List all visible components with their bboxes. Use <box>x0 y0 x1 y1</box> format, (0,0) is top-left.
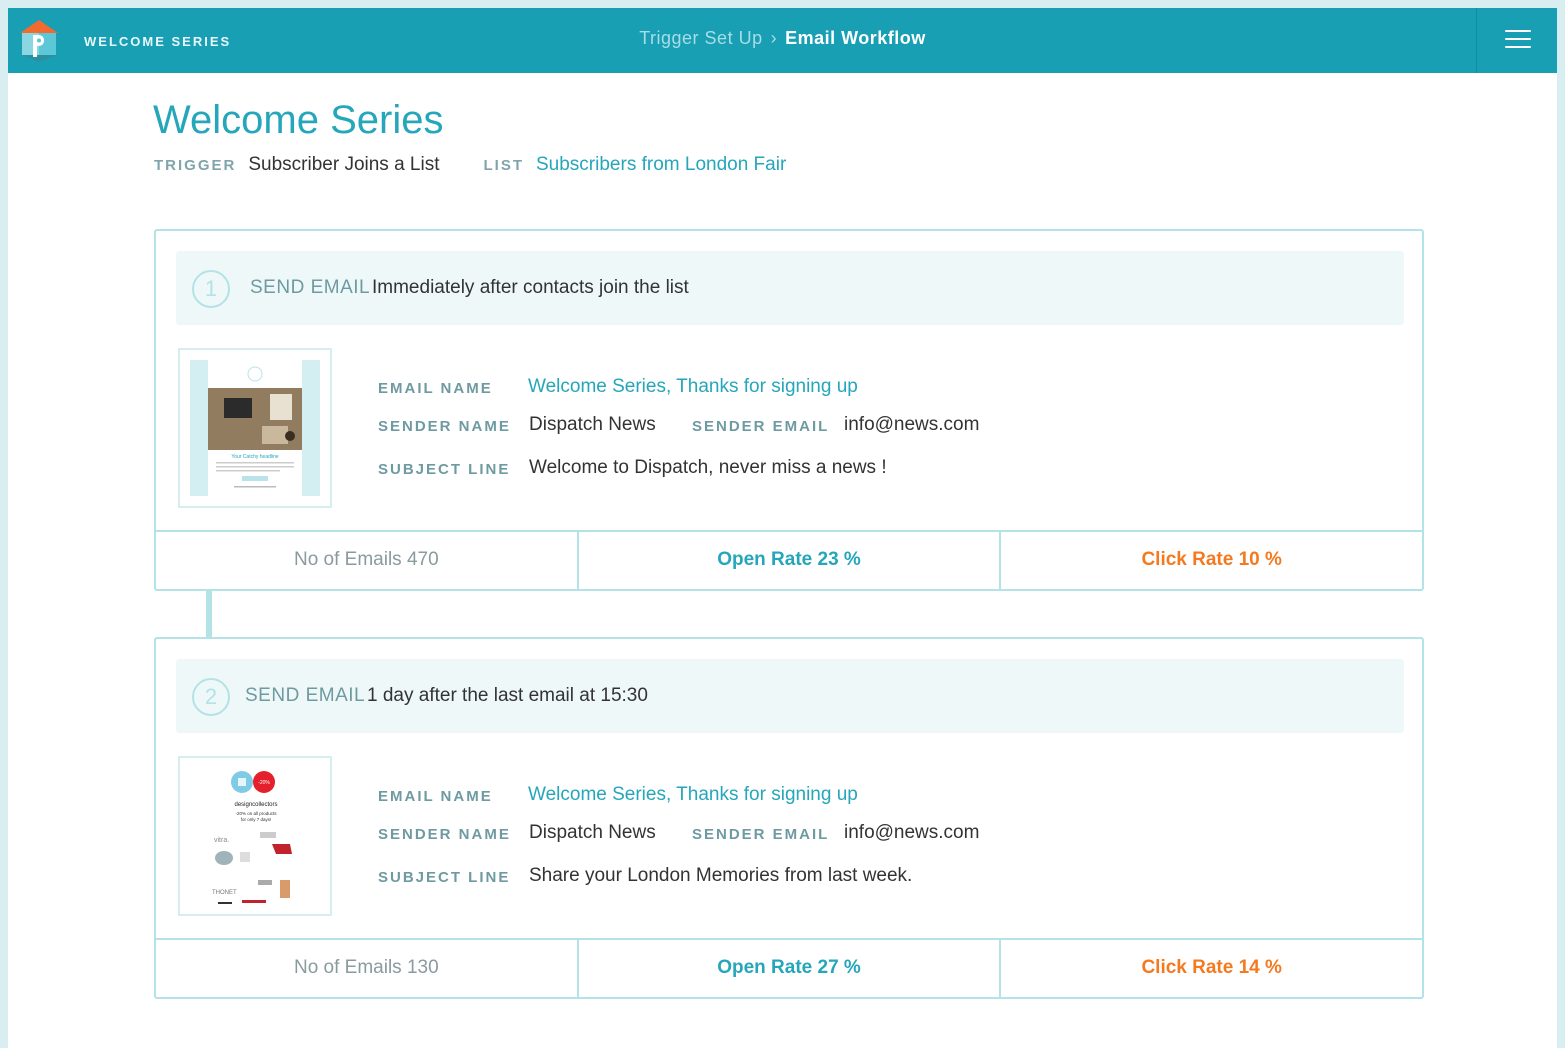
step-header: 1 SEND EMAIL Immediately after contacts … <box>176 251 1404 325</box>
hamburger-menu-icon[interactable] <box>1505 30 1531 50</box>
sender-name-value: Dispatch News <box>529 822 656 843</box>
breadcrumb-trigger-setup[interactable]: Trigger Set Up <box>639 28 762 48</box>
open-rate-stat[interactable]: Open Rate 23 % <box>576 532 1000 589</box>
sender-name-label: SENDER NAME <box>378 418 511 435</box>
sender-name-label: SENDER NAME <box>378 826 511 843</box>
emails-count-stat: No of Emails 130 <box>293 957 439 978</box>
sender-email-value: info@news.com <box>844 414 980 435</box>
email-name-label: EMAIL NAME <box>378 380 493 397</box>
list-label: LIST <box>483 157 524 174</box>
email-preview-thumbnail[interactable]: -20% designcollectors -20% on all produc… <box>178 756 332 916</box>
click-rate-stat[interactable]: Click Rate 10 % <box>999 532 1422 589</box>
step-timing: Immediately after contacts join the list <box>372 277 689 298</box>
breadcrumb: Trigger Set Up › Email Workflow <box>8 28 1557 49</box>
subject-line-label: SUBJECT LINE <box>378 461 511 478</box>
page-title: Welcome Series <box>153 98 444 142</box>
thumb-thonet: THONET <box>212 890 237 896</box>
thumb-promo-2: for only 7 days! <box>241 817 272 822</box>
thumb-badge: -20% <box>258 780 270 786</box>
chevron-right-icon: › <box>770 28 778 48</box>
workflow-meta: TRIGGER Subscriber Joins a List LIST Subscr… <box>154 154 786 176</box>
thumb-vitra: vitra. <box>214 837 229 844</box>
email-name-label: EMAIL NAME <box>378 788 493 805</box>
email-name-link[interactable]: Welcome Series, Thanks for signing up <box>528 784 858 806</box>
step-number: 1 <box>192 270 230 308</box>
step-timing: 1 day after the last email at 15:30 <box>367 685 648 706</box>
thumb-brand: designcollectors <box>234 802 277 808</box>
step-stats: No of Emails 130 Open Rate 27 % Click Ra… <box>156 938 1422 997</box>
sender-email-label: SENDER EMAIL <box>692 826 830 843</box>
step-stats: No of Emails 470 Open Rate 23 % Click Ra… <box>156 530 1422 589</box>
trigger-label: TRIGGER <box>154 157 237 174</box>
send-email-label: SEND EMAIL <box>245 685 366 706</box>
sender-name-value: Dispatch News <box>529 414 656 435</box>
subject-line-value: Share your London Memories from last wee… <box>529 865 913 886</box>
email-preview-image-icon: -20% designcollectors -20% on all produc… <box>212 771 292 904</box>
send-email-label: SEND EMAIL <box>250 277 371 298</box>
subject-line-label: SUBJECT LINE <box>378 869 511 886</box>
step-number: 2 <box>192 678 230 716</box>
thumb-headline: Your Catchy headline <box>231 454 279 460</box>
email-step-card: 2 SEND EMAIL 1 day after the last email … <box>154 637 1424 999</box>
email-preview-image-icon: Your Catchy headline <box>190 360 320 496</box>
top-bar: WELCOME SERIES Trigger Set Up › Email Work… <box>8 8 1557 73</box>
click-rate-stat[interactable]: Click Rate 14 % <box>999 940 1422 997</box>
sender-email-value: info@news.com <box>844 822 980 843</box>
app-window: WELCOME SERIES Trigger Set Up › Email Work… <box>8 8 1557 1048</box>
thumb-promo-1: -20% on all products <box>235 811 277 816</box>
email-name-link[interactable]: Welcome Series, Thanks for signing up <box>528 376 858 398</box>
subject-line-value: Welcome to Dispatch, never miss a news ! <box>529 457 887 478</box>
breadcrumb-email-workflow: Email Workflow <box>785 28 926 48</box>
step-connector <box>206 590 212 638</box>
menu-divider <box>1476 8 1477 73</box>
list-link[interactable]: Subscribers from London Fair <box>536 154 786 175</box>
email-preview-thumbnail[interactable]: Your Catchy headline <box>178 348 332 508</box>
sender-email-label: SENDER EMAIL <box>692 418 830 435</box>
open-rate-stat[interactable]: Open Rate 27 % <box>576 940 1000 997</box>
emails-count-stat: No of Emails 470 <box>293 549 439 570</box>
step-header: 2 SEND EMAIL 1 day after the last email … <box>176 659 1404 733</box>
email-step-card: 1 SEND EMAIL Immediately after contacts … <box>154 229 1424 591</box>
trigger-value: Subscriber Joins a List <box>248 154 440 175</box>
